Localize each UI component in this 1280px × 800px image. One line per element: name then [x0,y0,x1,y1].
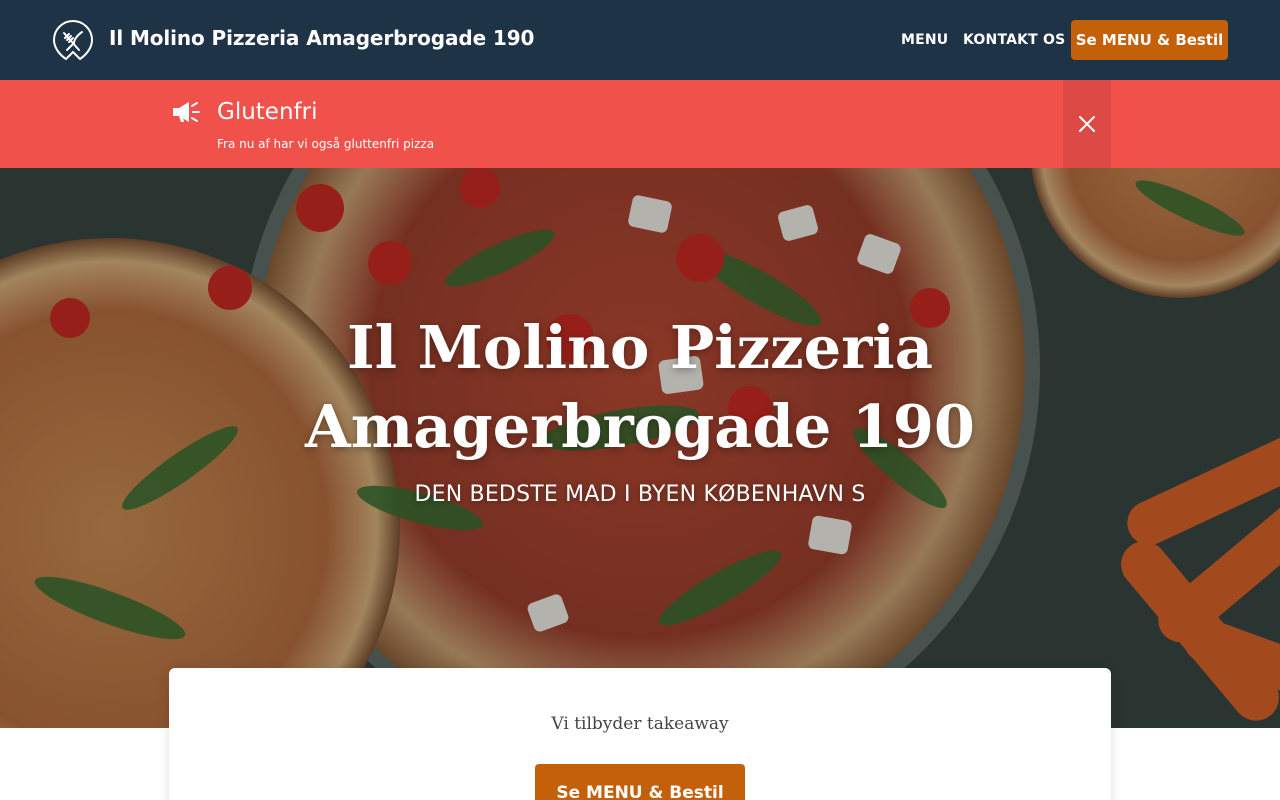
hero-section: Il Molino Pizzeria Amagerbrogade 190 DEN… [0,168,1280,728]
announcement-close-button[interactable] [1063,80,1111,168]
fork-knife-icon[interactable] [52,19,94,61]
order-button-header[interactable]: Se MENU & Bestil [1071,20,1228,60]
site-brand[interactable]: Il Molino Pizzeria Amagerbrogade 190 [109,24,534,52]
nav-contact-link[interactable]: KONTAKT OS [963,29,1065,51]
nav-menu-link[interactable]: MENU [901,29,948,51]
takeaway-card: Vi tilbyder takeaway Se MENU & Bestil [169,668,1111,800]
site-header: Il Molino Pizzeria Amagerbrogade 190 MEN… [0,0,1280,80]
hero-title: Il Molino Pizzeria Amagerbrogade 190 [240,308,1040,466]
takeaway-text: Vi tilbyder takeaway [551,714,729,734]
close-icon [1079,116,1095,132]
hero-title-line-1: Il Molino Pizzeria [347,313,933,382]
announcement-title: Glutenfri [217,99,318,125]
order-button-card[interactable]: Se MENU & Bestil [535,764,745,800]
hero-title-line-2: Amagerbrogade 190 [305,392,975,461]
hero-subtitle: DEN BEDSTE MAD I BYEN KØBENHAVN S [414,482,866,507]
megaphone-icon [173,102,200,122]
announcement-text: Fra nu af har vi også gluttenfri pizza [217,137,435,151]
